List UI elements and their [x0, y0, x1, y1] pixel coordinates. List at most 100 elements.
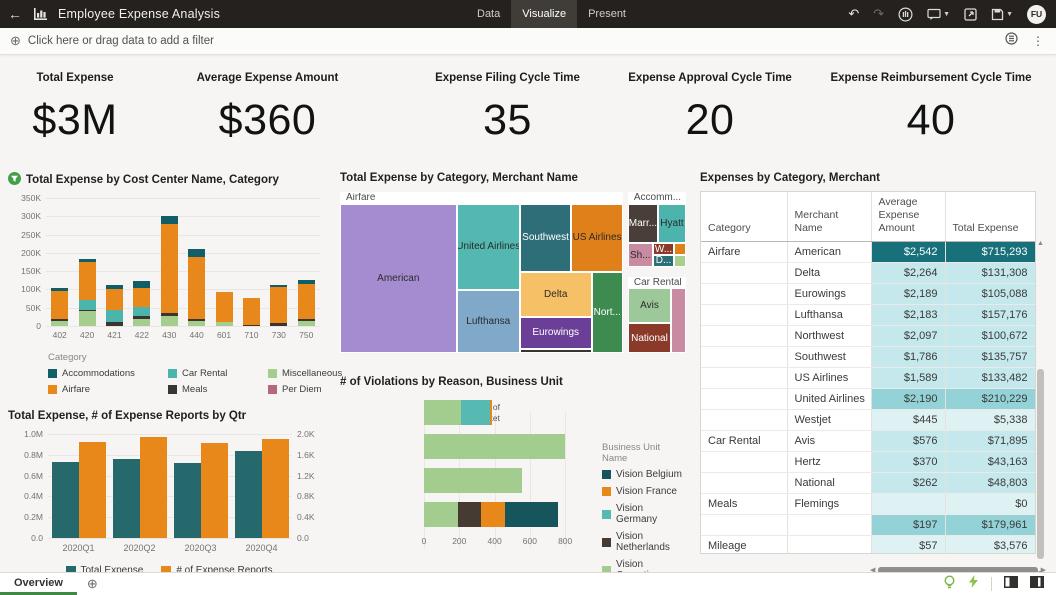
- treemap-cell[interactable]: US Airlines: [571, 204, 623, 272]
- stacked-bar[interactable]: [106, 285, 123, 326]
- bar-segment[interactable]: [188, 321, 205, 326]
- kpi-tile[interactable]: Expense Approval Cycle Time20: [600, 72, 820, 145]
- table-row[interactable]: US Airlines$1,589$133,482: [701, 368, 1035, 389]
- bar-segment[interactable]: [161, 316, 178, 326]
- kpi-tile[interactable]: Total Expense$3M: [0, 72, 150, 145]
- stacked-bar[interactable]: [298, 280, 315, 326]
- bar[interactable]: [140, 437, 167, 538]
- canvas-tab-overview[interactable]: Overview: [0, 573, 77, 595]
- bar[interactable]: [235, 451, 262, 538]
- scroll-up-icon[interactable]: ▲: [1035, 240, 1046, 247]
- bar-segment[interactable]: [298, 284, 315, 319]
- table-row[interactable]: United Airlines$2,190$210,229: [701, 389, 1035, 410]
- kpi-tile[interactable]: Expense Filing Cycle Time35: [395, 72, 620, 145]
- bar-segment[interactable]: [424, 400, 461, 425]
- table-row[interactable]: National$262$48,803: [701, 473, 1035, 494]
- legend-item[interactable]: Vision Belgium: [602, 469, 686, 480]
- treemap-group-header[interactable]: Accomm...: [628, 192, 686, 204]
- bar[interactable]: [201, 443, 228, 538]
- bar-segment[interactable]: [216, 322, 233, 326]
- bar[interactable]: [79, 442, 106, 538]
- kpi-tile[interactable]: Average Expense Amount$360: [160, 72, 375, 145]
- bar-segment[interactable]: [79, 262, 96, 300]
- treemap-cell[interactable]: Southwest: [520, 204, 571, 272]
- add-filter-icon[interactable]: ⊕: [10, 33, 21, 49]
- stacked-bar[interactable]: [188, 249, 205, 326]
- bar-segment[interactable]: [161, 216, 178, 223]
- stacked-bar[interactable]: [51, 288, 68, 326]
- stacked-bar[interactable]: [133, 281, 150, 326]
- legend-item[interactable]: Vision Germany: [602, 503, 686, 525]
- filter-settings-icon[interactable]: [1005, 32, 1018, 50]
- bar[interactable]: [113, 459, 140, 538]
- bar-segment[interactable]: [133, 288, 150, 307]
- bar-segment[interactable]: [106, 322, 123, 326]
- stacked-bar[interactable]: [424, 468, 522, 493]
- legend-item[interactable]: Meals: [168, 384, 268, 395]
- treemap-cell[interactable]: United Airlines: [457, 204, 520, 290]
- bar-segment[interactable]: [243, 325, 260, 326]
- treemap-cell[interactable]: Avis: [628, 288, 671, 323]
- back-icon[interactable]: ←: [0, 6, 30, 22]
- table-row[interactable]: Delta$2,264$131,308: [701, 263, 1035, 284]
- table-row[interactable]: Hertz$370$43,163: [701, 452, 1035, 473]
- table-row[interactable]: Westjet$445$5,338: [701, 410, 1035, 431]
- column-header[interactable]: Total Expense: [945, 192, 1035, 242]
- treemap-cell[interactable]: W...: [653, 243, 674, 255]
- assistant-icon[interactable]: [898, 7, 913, 22]
- bar-segment[interactable]: [461, 400, 490, 425]
- bar-segment[interactable]: [270, 323, 287, 326]
- column-header[interactable]: Category: [701, 192, 787, 242]
- kebab-menu-icon[interactable]: ⋮: [1032, 34, 1044, 48]
- treemap-group-header[interactable]: Airfare: [340, 192, 623, 204]
- auto-insights-bolt-icon[interactable]: [968, 575, 979, 593]
- bar-segment[interactable]: [161, 224, 178, 314]
- bar-segment[interactable]: [270, 287, 287, 324]
- bar-segment[interactable]: [51, 291, 68, 318]
- stacked-bar[interactable]: [424, 400, 492, 425]
- bar-segment[interactable]: [243, 298, 260, 325]
- treemap-cell[interactable]: National: [628, 323, 671, 353]
- redo-icon[interactable]: ↷: [873, 6, 884, 22]
- treemap-cell[interactable]: [671, 288, 686, 353]
- stacked-bar[interactable]: [161, 216, 178, 326]
- stacked-bar[interactable]: [270, 285, 287, 326]
- filter-applied-icon[interactable]: [8, 172, 21, 188]
- bar-segment[interactable]: [458, 502, 481, 527]
- table-row[interactable]: Lufthansa$2,183$157,176: [701, 305, 1035, 326]
- stacked-bar[interactable]: [424, 434, 565, 459]
- treemap-cell[interactable]: Delta: [520, 272, 592, 317]
- filter-bar-prompt[interactable]: Click here or drag data to add a filter: [28, 35, 214, 47]
- bar-segment[interactable]: [79, 311, 96, 326]
- kpi-tile[interactable]: Expense Reimbursement Cycle Time40: [820, 72, 1042, 145]
- table-row[interactable]: MealsFlemings$0: [701, 494, 1035, 515]
- avatar[interactable]: FU: [1027, 5, 1046, 24]
- bar-segment[interactable]: [51, 321, 68, 326]
- bar-segment[interactable]: [481, 502, 505, 527]
- bar-segment[interactable]: [188, 249, 205, 256]
- bar[interactable]: [52, 462, 79, 538]
- table-row[interactable]: Car RentalAvis$576$71,895: [701, 431, 1035, 452]
- table-row[interactable]: Mileage$57$3,576: [701, 536, 1035, 554]
- bar[interactable]: [174, 463, 201, 538]
- add-canvas-icon[interactable]: ⊕: [87, 576, 98, 592]
- treemap-cell[interactable]: D...: [653, 255, 674, 267]
- bar-segment[interactable]: [216, 292, 233, 321]
- stacked-bar[interactable]: [79, 259, 96, 326]
- panel-layout-left-icon[interactable]: [1004, 575, 1018, 593]
- tab-present[interactable]: Present: [577, 0, 637, 28]
- treemap-cell[interactable]: [520, 349, 592, 353]
- bar-segment[interactable]: [490, 400, 492, 425]
- treemap-cell[interactable]: Nort...: [592, 272, 623, 353]
- bar-segment[interactable]: [505, 502, 558, 527]
- bar-segment[interactable]: [298, 321, 315, 326]
- stacked-bar[interactable]: [424, 502, 558, 527]
- treemap-cell[interactable]: Eurowings: [520, 317, 592, 349]
- table-row[interactable]: Northwest$2,097$100,672: [701, 326, 1035, 347]
- legend-item[interactable]: Accommodations: [48, 368, 168, 379]
- legend-item[interactable]: Car Rental: [168, 368, 268, 379]
- export-icon[interactable]: [964, 8, 977, 21]
- legend-item[interactable]: Vision France: [602, 486, 686, 497]
- comments-icon[interactable]: ▼: [927, 8, 950, 21]
- bar[interactable]: [262, 439, 289, 538]
